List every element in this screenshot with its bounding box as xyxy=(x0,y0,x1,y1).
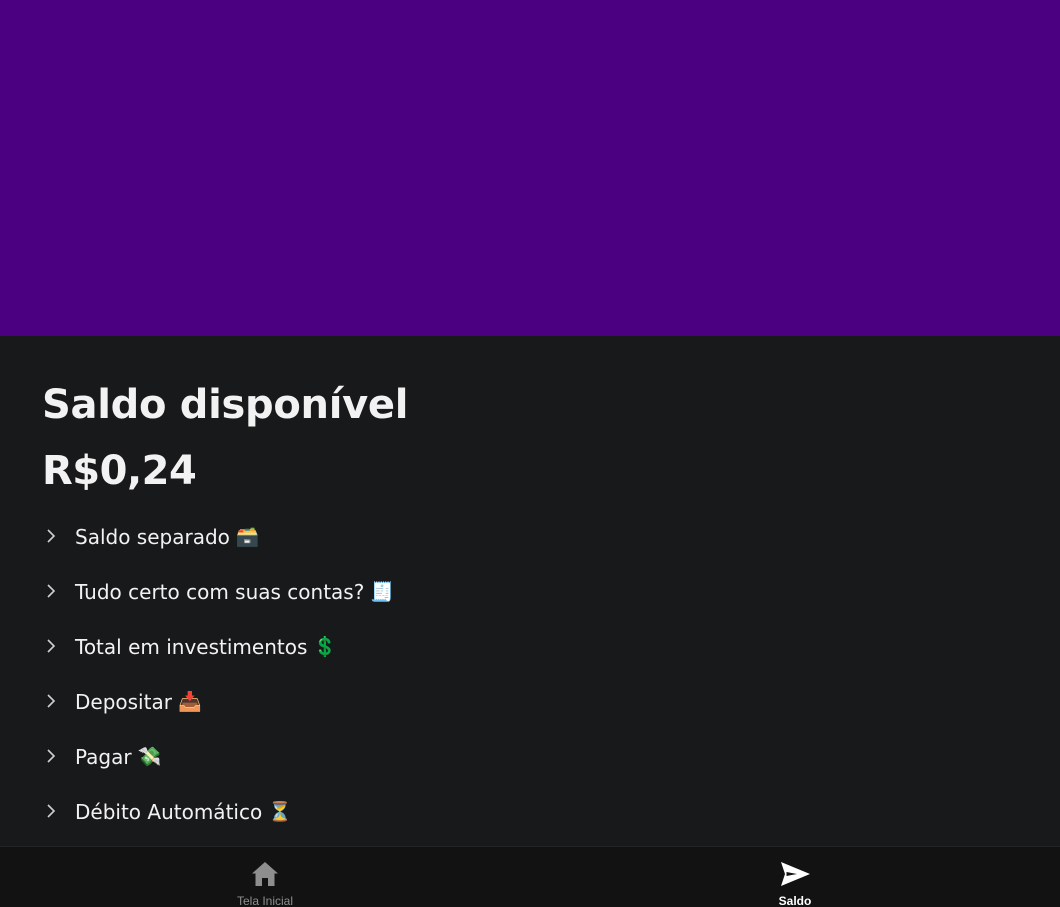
app-screen: Saldo disponível R$0,24 Saldo separado 🗃… xyxy=(0,0,1060,907)
hourglass-icon: ⏳ xyxy=(268,801,292,823)
chevron-right-icon xyxy=(42,517,66,557)
menu-item-label: Débito Automático xyxy=(75,799,263,824)
bottom-navigation: Tela Inicial Saldo xyxy=(0,846,1060,907)
balance-amount: R$0,24 xyxy=(42,448,197,494)
receipt-icon: 🧾 xyxy=(370,581,395,603)
chevron-right-icon xyxy=(42,737,66,777)
chevron-right-icon xyxy=(42,792,66,832)
money-with-wings-icon: 💸 xyxy=(137,746,162,768)
menu-item-investimentos[interactable]: Total em investimentos 💲 xyxy=(42,619,394,674)
menu-item-label: Pagar xyxy=(75,744,132,769)
page-title: Saldo disponível xyxy=(42,382,409,428)
menu-item-depositar[interactable]: Depositar 📥 xyxy=(42,674,394,729)
chevron-right-icon xyxy=(42,572,66,612)
balance-menu: Saldo separado 🗃️ Tudo certo com suas co… xyxy=(42,509,394,839)
inbox-tray-icon: 📥 xyxy=(177,691,202,713)
send-icon xyxy=(779,859,811,889)
balance-section: Saldo disponível R$0,24 Saldo separado 🗃… xyxy=(0,336,1060,846)
card-file-box-icon: 🗃️ xyxy=(235,526,260,548)
menu-item-contas[interactable]: Tudo certo com suas contas? 🧾 xyxy=(42,564,394,619)
tab-tela-inicial[interactable]: Tela Inicial xyxy=(0,847,530,907)
menu-item-label: Total em investimentos xyxy=(75,634,308,659)
chevron-right-icon xyxy=(42,627,66,667)
menu-item-label: Saldo separado xyxy=(75,524,230,549)
chevron-right-icon xyxy=(42,682,66,722)
tab-label: Saldo xyxy=(778,894,812,907)
menu-item-pagar[interactable]: Pagar 💸 xyxy=(42,729,394,784)
menu-item-debito-automatico[interactable]: Débito Automático ⏳ xyxy=(42,784,394,839)
tab-label: Tela Inicial xyxy=(236,894,294,907)
menu-item-label: Depositar xyxy=(75,689,172,714)
dollar-sign-icon: 💲 xyxy=(313,636,338,658)
home-icon xyxy=(249,859,281,889)
tab-saldo[interactable]: Saldo xyxy=(530,847,1060,907)
menu-item-label: Tudo certo com suas contas? xyxy=(75,579,365,604)
hero-banner xyxy=(0,0,1060,336)
menu-item-saldo-separado[interactable]: Saldo separado 🗃️ xyxy=(42,509,394,564)
